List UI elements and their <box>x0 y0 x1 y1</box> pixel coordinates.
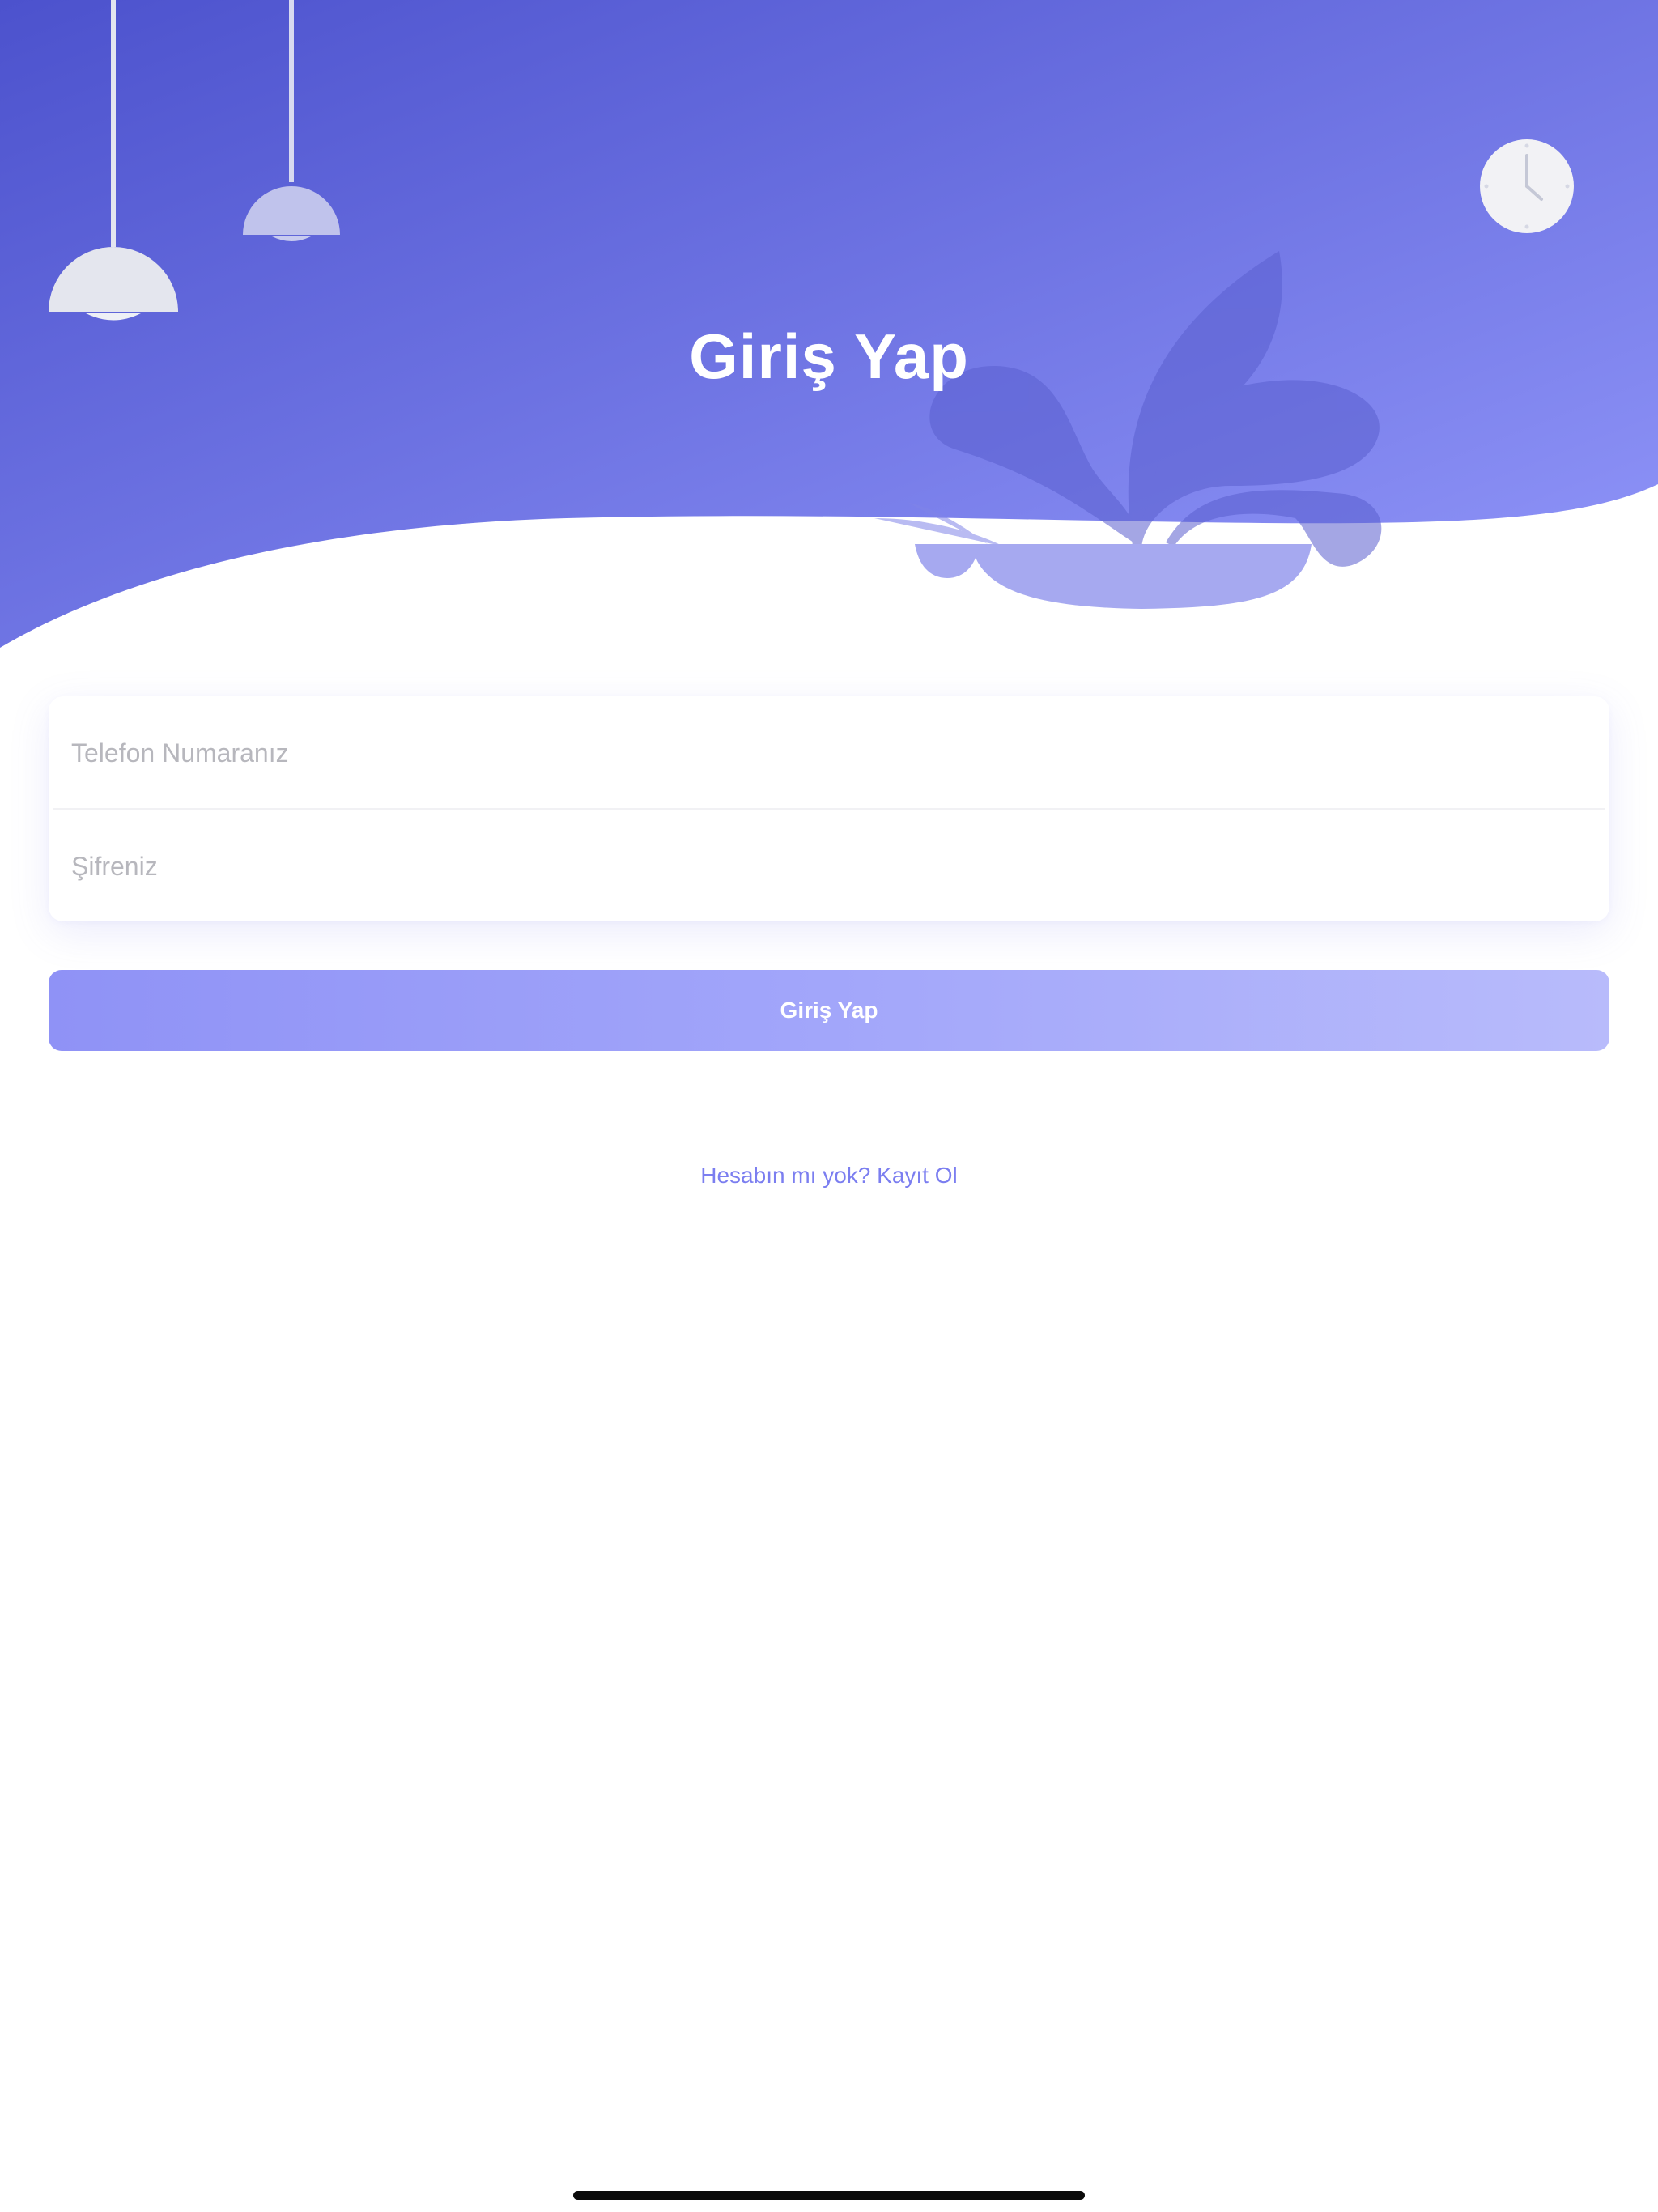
password-input[interactable] <box>70 810 1592 923</box>
potted-plant-icon <box>874 251 1382 609</box>
wall-clock-icon <box>1480 139 1574 233</box>
login-form-card <box>49 696 1609 923</box>
pendant-lamp-icon <box>243 0 340 241</box>
login-screen: Giriş Yap Giriş Yap Hesabın mı yok? Kayı… <box>0 0 1658 2212</box>
phone-input[interactable] <box>70 696 1592 810</box>
page-title: Giriş Yap <box>689 321 969 392</box>
register-link[interactable]: Hesabın mı yok? Kayıt Ol <box>0 1163 1658 1189</box>
header-banner: Giriş Yap <box>0 0 1658 664</box>
login-button[interactable]: Giriş Yap <box>49 970 1609 1051</box>
phone-field-container <box>49 696 1609 810</box>
password-field-container <box>49 810 1609 923</box>
pendant-lamp-icon <box>49 0 178 321</box>
home-indicator[interactable] <box>573 2191 1085 2200</box>
